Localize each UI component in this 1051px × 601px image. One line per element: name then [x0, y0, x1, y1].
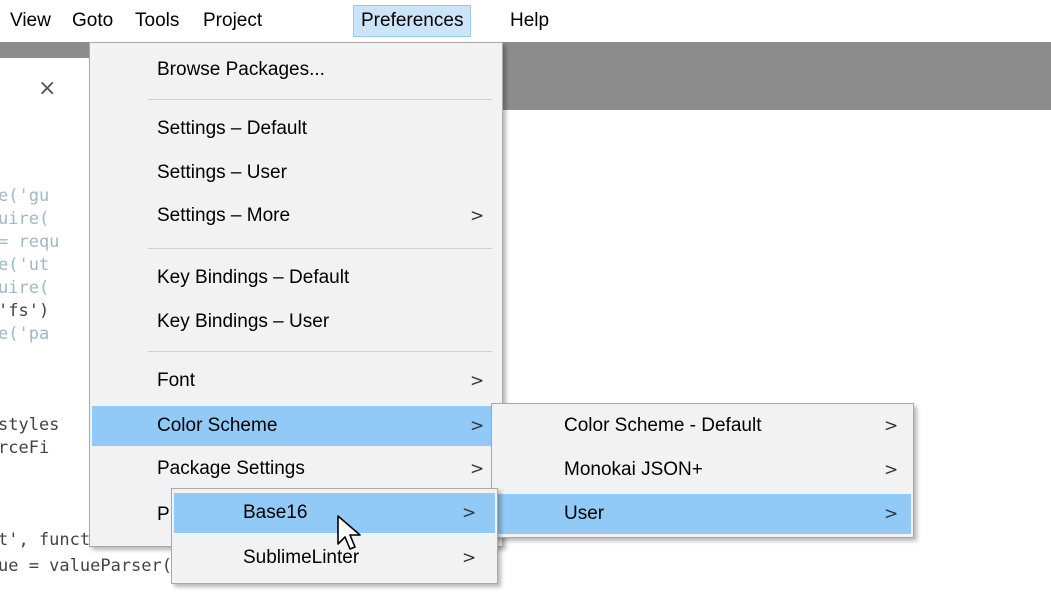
- menu-item-label: Settings – User: [157, 162, 287, 183]
- menu-item-label: Settings – Default: [157, 118, 307, 139]
- menu-view[interactable]: View: [3, 5, 58, 37]
- chevron-right-icon: >: [462, 503, 477, 523]
- menu-item-settings-more[interactable]: Settings – More >: [92, 198, 500, 234]
- code-line: e('gu: [0, 186, 50, 206]
- chevron-right-icon: >: [884, 504, 899, 524]
- package-submenu: Base16 > SublimeLinter >: [171, 488, 498, 584]
- menu-item-user[interactable]: User >: [494, 494, 911, 534]
- menu-project[interactable]: Project: [196, 5, 269, 37]
- color-scheme-submenu: Color Scheme - Default > Monokai JSON+ >…: [491, 403, 914, 538]
- chevron-right-icon: >: [884, 460, 899, 480]
- menu-item-key-bindings-user[interactable]: Key Bindings – User: [92, 304, 500, 340]
- menu-item-base16[interactable]: Base16 >: [174, 493, 495, 533]
- menu-separator: [148, 99, 492, 100]
- chevron-right-icon: >: [470, 416, 485, 436]
- code-line: rceFi: [0, 438, 50, 458]
- menu-item-label: Key Bindings – Default: [157, 267, 350, 288]
- menu-item-label: User: [564, 503, 605, 524]
- menu-help[interactable]: Help: [503, 5, 556, 37]
- close-icon[interactable]: ×: [38, 76, 56, 101]
- menu-item-color-scheme[interactable]: Color Scheme >: [92, 406, 500, 446]
- menu-item-label: Key Bindings – User: [157, 311, 330, 332]
- menu-item-label: Color Scheme: [157, 415, 278, 436]
- chevron-right-icon: >: [470, 206, 485, 226]
- menu-item-key-bindings-default[interactable]: Key Bindings – Default: [92, 260, 500, 296]
- menu-item-label: Color Scheme - Default: [564, 415, 762, 436]
- menu-item-label: Base16: [243, 502, 308, 523]
- menu-item-label: Package Settings: [157, 458, 305, 479]
- menu-item-label: Settings – More: [157, 205, 291, 226]
- menu-item-monokai-json[interactable]: Monokai JSON+ >: [494, 450, 911, 490]
- menu-separator: [148, 248, 492, 249]
- menu-tools[interactable]: Tools: [128, 5, 186, 37]
- menu-item-font[interactable]: Font >: [92, 363, 500, 399]
- menu-item-settings-user[interactable]: Settings – User: [92, 155, 500, 191]
- menu-preferences[interactable]: Preferences: [353, 5, 472, 37]
- code-line: uire(: [0, 278, 50, 298]
- code-line: e('ut: [0, 255, 50, 275]
- menu-item-label: Font: [157, 370, 196, 391]
- menu-separator: [148, 351, 492, 352]
- code-line: 'fs'): [0, 301, 50, 321]
- chevron-right-icon: >: [462, 548, 477, 568]
- menu-item-label: Monokai JSON+: [564, 459, 703, 480]
- menu-goto[interactable]: Goto: [65, 5, 120, 37]
- menu-item-package-settings[interactable]: Package Settings >: [92, 451, 500, 487]
- menu-item-label: Browse Packages...: [157, 59, 325, 80]
- code-line: uire(: [0, 209, 50, 229]
- code-line: e('pa: [0, 324, 50, 344]
- menu-item-color-scheme-default[interactable]: Color Scheme - Default >: [494, 406, 911, 446]
- preferences-menu: Browse Packages... Settings – Default Se…: [89, 42, 503, 547]
- chevron-right-icon: >: [470, 371, 485, 391]
- chevron-right-icon: >: [470, 459, 485, 479]
- menu-bar: View Goto Tools Project Preferences Help: [0, 0, 1051, 42]
- menu-item-label: P: [157, 504, 170, 525]
- chevron-right-icon: >: [884, 416, 899, 436]
- code-line: = requ: [0, 232, 60, 252]
- code-line: styles: [0, 415, 60, 435]
- menu-item-settings-default[interactable]: Settings – Default: [92, 111, 500, 147]
- menu-item-browse-packages[interactable]: Browse Packages...: [92, 52, 500, 88]
- mouse-pointer-icon: [337, 515, 361, 550]
- menu-item-sublimelinter[interactable]: SublimeLinter >: [174, 538, 495, 578]
